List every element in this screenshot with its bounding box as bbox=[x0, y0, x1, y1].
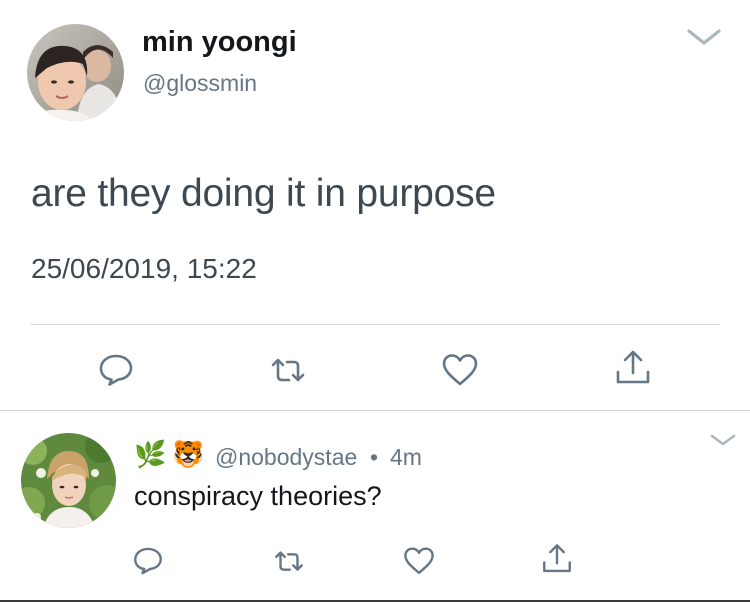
reply-user-handle[interactable]: @nobodystae bbox=[215, 444, 357, 471]
divider bbox=[30, 324, 720, 325]
tweet-timestamp[interactable]: 25/06/2019, 15:22 bbox=[31, 253, 257, 285]
reply-icon[interactable] bbox=[96, 349, 136, 389]
retweet-icon[interactable] bbox=[268, 351, 308, 391]
reply-text: conspiracy theories? bbox=[134, 481, 382, 511]
reply-icon[interactable] bbox=[131, 543, 165, 577]
avatar[interactable] bbox=[21, 433, 116, 528]
tweet-text: are they doing it in purpose bbox=[31, 172, 496, 215]
retweet-icon[interactable] bbox=[272, 545, 306, 579]
chevron-down-icon[interactable] bbox=[686, 26, 722, 48]
tiger-emoji: 🐯 bbox=[172, 439, 205, 469]
divider bbox=[0, 410, 750, 411]
avatar[interactable] bbox=[27, 24, 124, 121]
display-name[interactable]: min yoongi bbox=[142, 26, 297, 59]
separator-dot: • bbox=[370, 444, 379, 470]
like-icon[interactable] bbox=[402, 544, 436, 578]
leaf-emoji: 🌿 bbox=[134, 439, 167, 469]
like-icon[interactable] bbox=[440, 350, 480, 390]
chevron-down-icon[interactable] bbox=[710, 433, 736, 447]
share-icon[interactable] bbox=[540, 542, 574, 576]
user-handle[interactable]: @glossmin bbox=[143, 70, 257, 97]
reply-time[interactable]: 4m bbox=[390, 444, 422, 471]
share-icon[interactable] bbox=[613, 348, 653, 388]
